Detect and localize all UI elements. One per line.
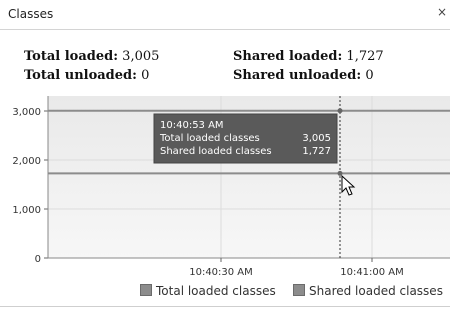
panel-title: Classes (8, 7, 54, 21)
tooltip-row-label: Shared loaded classes (160, 146, 272, 157)
shared-loaded-value: 1,727 (346, 49, 384, 64)
y-tick-label: 2,000 (12, 156, 41, 167)
tooltip-row-value: 3,005 (302, 133, 331, 144)
total-unloaded-stat: Total unloaded: 0 (24, 68, 149, 83)
total-loaded-label: Total loaded: (24, 49, 119, 64)
shared-unloaded-stat: Shared unloaded: 0 (233, 68, 374, 83)
x-tick-label: 10:41:00 AM (340, 267, 404, 278)
bottom-divider (0, 306, 450, 307)
x-tick-label: 10:40:30 AM (189, 267, 253, 278)
total-unloaded-label: Total unloaded: (24, 68, 137, 83)
legend-swatch-total (140, 284, 152, 296)
y-tick-label: 3,000 (12, 107, 41, 118)
total-loaded-value: 3,005 (122, 49, 160, 64)
shared-loaded-stat: Shared loaded: 1,727 (233, 49, 384, 64)
hover-point-total (337, 108, 343, 114)
legend-item-total[interactable]: Total loaded classes (140, 284, 276, 298)
legend-label-shared: Shared loaded classes (309, 284, 443, 298)
tooltip-time: 10:40:53 AM (160, 120, 224, 131)
chart-svg[interactable]: 3,000 2,000 1,000 0 10:40:30 AM 10:41:00 AM 1… (0, 92, 450, 292)
y-tick-label: 1,000 (12, 205, 41, 216)
total-loaded-stat: Total loaded: 3,005 (24, 49, 159, 64)
shared-loaded-label: Shared loaded: (233, 49, 343, 64)
tooltip-row-value: 1,727 (302, 146, 331, 157)
shared-unloaded-value: 0 (365, 68, 374, 83)
legend-swatch-shared (293, 284, 305, 296)
y-tick-label: 0 (35, 254, 41, 265)
shared-unloaded-label: Shared unloaded: (233, 68, 362, 83)
legend-item-shared[interactable]: Shared loaded classes (293, 284, 443, 298)
legend-label-total: Total loaded classes (156, 284, 276, 298)
total-unloaded-value: 0 (141, 68, 150, 83)
chart-tooltip: 10:40:53 AM Total loaded classes 3,005 S… (153, 113, 338, 164)
close-icon[interactable]: × (437, 5, 450, 23)
classes-chart[interactable]: 3,000 2,000 1,000 0 10:40:30 AM 10:41:00 AM 1… (0, 92, 450, 292)
tooltip-row-label: Total loaded classes (159, 133, 260, 144)
panel-header: Classes × (0, 0, 450, 30)
